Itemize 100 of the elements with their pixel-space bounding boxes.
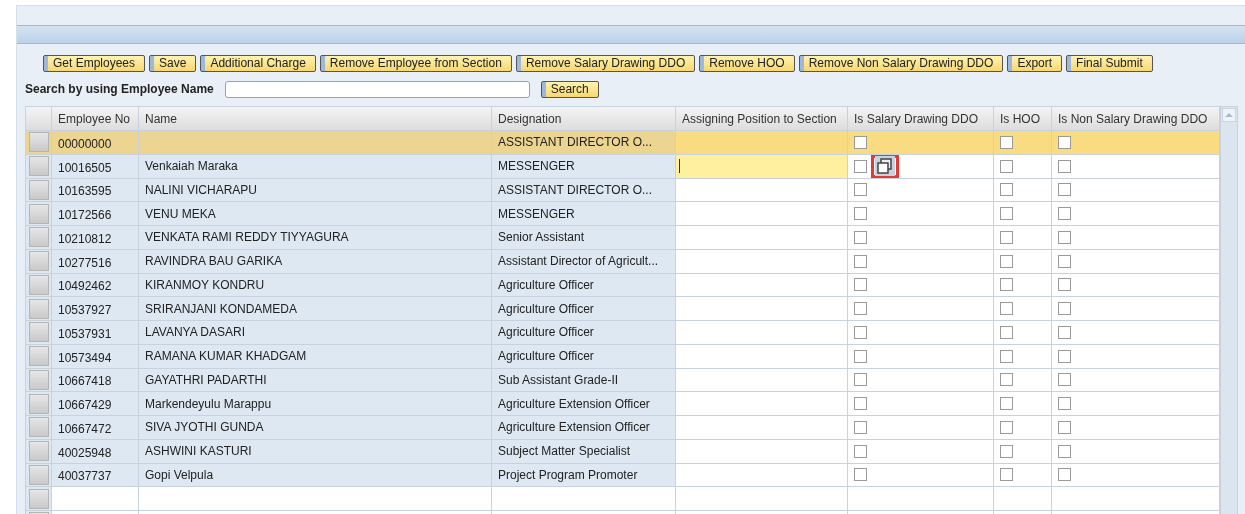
row-selector[interactable] [28, 203, 49, 224]
table-row[interactable]: 10537931 LAVANYA DASARI Agriculture Officer [26, 321, 1220, 345]
checkbox[interactable] [1058, 420, 1071, 434]
checkbox[interactable] [854, 302, 867, 316]
table-row[interactable]: 10277516 RAVINDRA BAU GARIKA Assistant Director of Agricult... [26, 249, 1220, 274]
table-row[interactable]: 10163595 NALINI VICHARAPU ASSISTANT DIRECTOR O... [26, 178, 1220, 203]
checkbox[interactable] [1000, 325, 1013, 339]
checkbox[interactable] [854, 444, 867, 458]
table-cell: 00000000 [52, 131, 139, 155]
row-selector[interactable] [28, 132, 49, 153]
position-input-field[interactable] [676, 154, 848, 179]
checkbox[interactable] [1000, 159, 1013, 173]
row-selector[interactable] [28, 274, 49, 295]
checkbox[interactable] [1058, 159, 1071, 173]
table-row[interactable]: 10016505 Venkaiah Maraka MESSENGER [26, 154, 1220, 179]
checkbox[interactable] [854, 468, 867, 482]
row-selector[interactable] [28, 322, 49, 343]
checkbox[interactable] [1058, 230, 1071, 244]
checkbox[interactable] [1058, 373, 1071, 387]
table-row[interactable]: 10573494 RAMANA KUMAR KHADGAM Agriculture Officer [26, 344, 1220, 369]
checkbox[interactable] [1058, 207, 1071, 221]
table-cell: 10537927 [52, 297, 139, 321]
search-field[interactable] [224, 80, 530, 98]
checkbox[interactable] [1058, 302, 1071, 316]
row-selector[interactable] [28, 179, 49, 200]
table-row[interactable]: 10667418 GAYATHRI PADARTHI Sub Assistant Grade-II [26, 368, 1220, 393]
checkbox[interactable] [854, 254, 867, 268]
table-cell: VENU MEKA [139, 202, 492, 226]
checkbox[interactable] [1000, 207, 1013, 221]
checkbox[interactable] [1058, 183, 1071, 197]
checkbox[interactable] [1000, 183, 1013, 197]
row-selector[interactable] [28, 251, 49, 272]
toolbar-button[interactable]: Remove HOO [699, 55, 795, 72]
table-cell: Gopi Velpula [139, 463, 492, 488]
checkbox[interactable] [1000, 468, 1013, 482]
checkbox[interactable] [1058, 397, 1071, 411]
table-cell: MESSENGER [492, 202, 676, 226]
row-selector[interactable] [28, 488, 49, 509]
checkbox[interactable] [1000, 373, 1013, 387]
table-cell: 10573494 [52, 344, 139, 369]
checkbox[interactable] [1000, 349, 1013, 363]
checkbox[interactable] [854, 159, 867, 173]
table-row[interactable]: 40037737 Gopi Velpula Project Program Promoter [26, 463, 1220, 488]
checkbox[interactable] [1058, 349, 1071, 363]
toolbar-button[interactable]: Export [1007, 55, 1063, 72]
row-selector[interactable] [28, 417, 49, 438]
row-selector[interactable] [28, 298, 49, 319]
row-selector[interactable] [28, 464, 49, 485]
checkbox[interactable] [854, 397, 867, 411]
table-row[interactable]: 10210812 VENKATA RAMI REDDY TIYYAGURA Senior Assistant [26, 226, 1220, 250]
row-selector[interactable] [28, 156, 49, 177]
checkbox[interactable] [1000, 420, 1013, 434]
checkbox[interactable] [854, 230, 867, 244]
checkbox[interactable] [1058, 444, 1071, 458]
row-selector[interactable] [28, 441, 49, 462]
checkbox[interactable] [1000, 135, 1013, 149]
checkbox[interactable] [854, 278, 867, 292]
table-row[interactable]: 40025948 ASHWINI KASTURI Subject Matter Specialist [26, 439, 1220, 464]
table-cell: 10163595 [52, 178, 139, 203]
row-selector[interactable] [28, 393, 49, 414]
checkbox[interactable] [1000, 397, 1013, 411]
table-row[interactable]: 10492462 KIRANMOY KONDRU Agriculture Officer [26, 273, 1220, 298]
toolbar-button[interactable]: Remove Non Salary Drawing DDO [798, 55, 1004, 72]
checkbox[interactable] [854, 135, 867, 149]
scrollbar[interactable] [1220, 106, 1238, 514]
checkbox[interactable] [854, 420, 867, 434]
checkbox[interactable] [1058, 278, 1071, 292]
toolbar-button[interactable]: Final Submit [1066, 55, 1153, 72]
table-row[interactable]: 10537927 SRIRANJANI KONDAMEDA Agriculture Officer [26, 297, 1220, 321]
toolbar-button[interactable]: Remove Salary Drawing DDO [515, 55, 696, 72]
checkbox[interactable] [854, 349, 867, 363]
checkbox[interactable] [854, 325, 867, 339]
toolbar-button[interactable]: Save [149, 55, 197, 72]
checkbox[interactable] [1000, 302, 1013, 316]
checkbox[interactable] [1000, 254, 1013, 268]
table-row[interactable]: 10172566 VENU MEKA MESSENGER [26, 202, 1220, 226]
checkbox[interactable] [854, 183, 867, 197]
checkbox[interactable] [1058, 135, 1071, 149]
table-cell: 10537931 [52, 321, 139, 345]
table-row[interactable]: 10667429 Markendeyulu Marappu Agriculture Extension Officer [26, 392, 1220, 416]
table-cell: ASHWINI KASTURI [139, 439, 492, 464]
checkbox[interactable] [1000, 230, 1013, 244]
row-selector[interactable] [28, 346, 49, 367]
checkbox[interactable] [1000, 278, 1013, 292]
copy-icon[interactable] [871, 154, 899, 178]
row-selector[interactable] [28, 369, 49, 390]
toolbar-button[interactable]: Get Employees [43, 55, 146, 72]
row-selector[interactable] [28, 227, 49, 248]
scroll-up-icon[interactable] [1222, 108, 1236, 122]
checkbox[interactable] [854, 207, 867, 221]
table-row[interactable]: 00000000 ASSISTANT DIRECTOR O... [26, 131, 1220, 155]
toolbar-button[interactable]: Remove Employee from Section [319, 55, 512, 72]
checkbox[interactable] [1000, 444, 1013, 458]
checkbox[interactable] [1058, 468, 1071, 482]
table-row[interactable]: 10667472 SIVA JYOTHI GUNDA Agriculture Extension Officer [26, 416, 1220, 440]
toolbar-button[interactable]: Search [540, 80, 599, 98]
checkbox[interactable] [854, 373, 867, 387]
toolbar-button[interactable]: Additional Charge [200, 55, 316, 72]
checkbox[interactable] [1058, 254, 1071, 268]
checkbox[interactable] [1058, 325, 1071, 339]
